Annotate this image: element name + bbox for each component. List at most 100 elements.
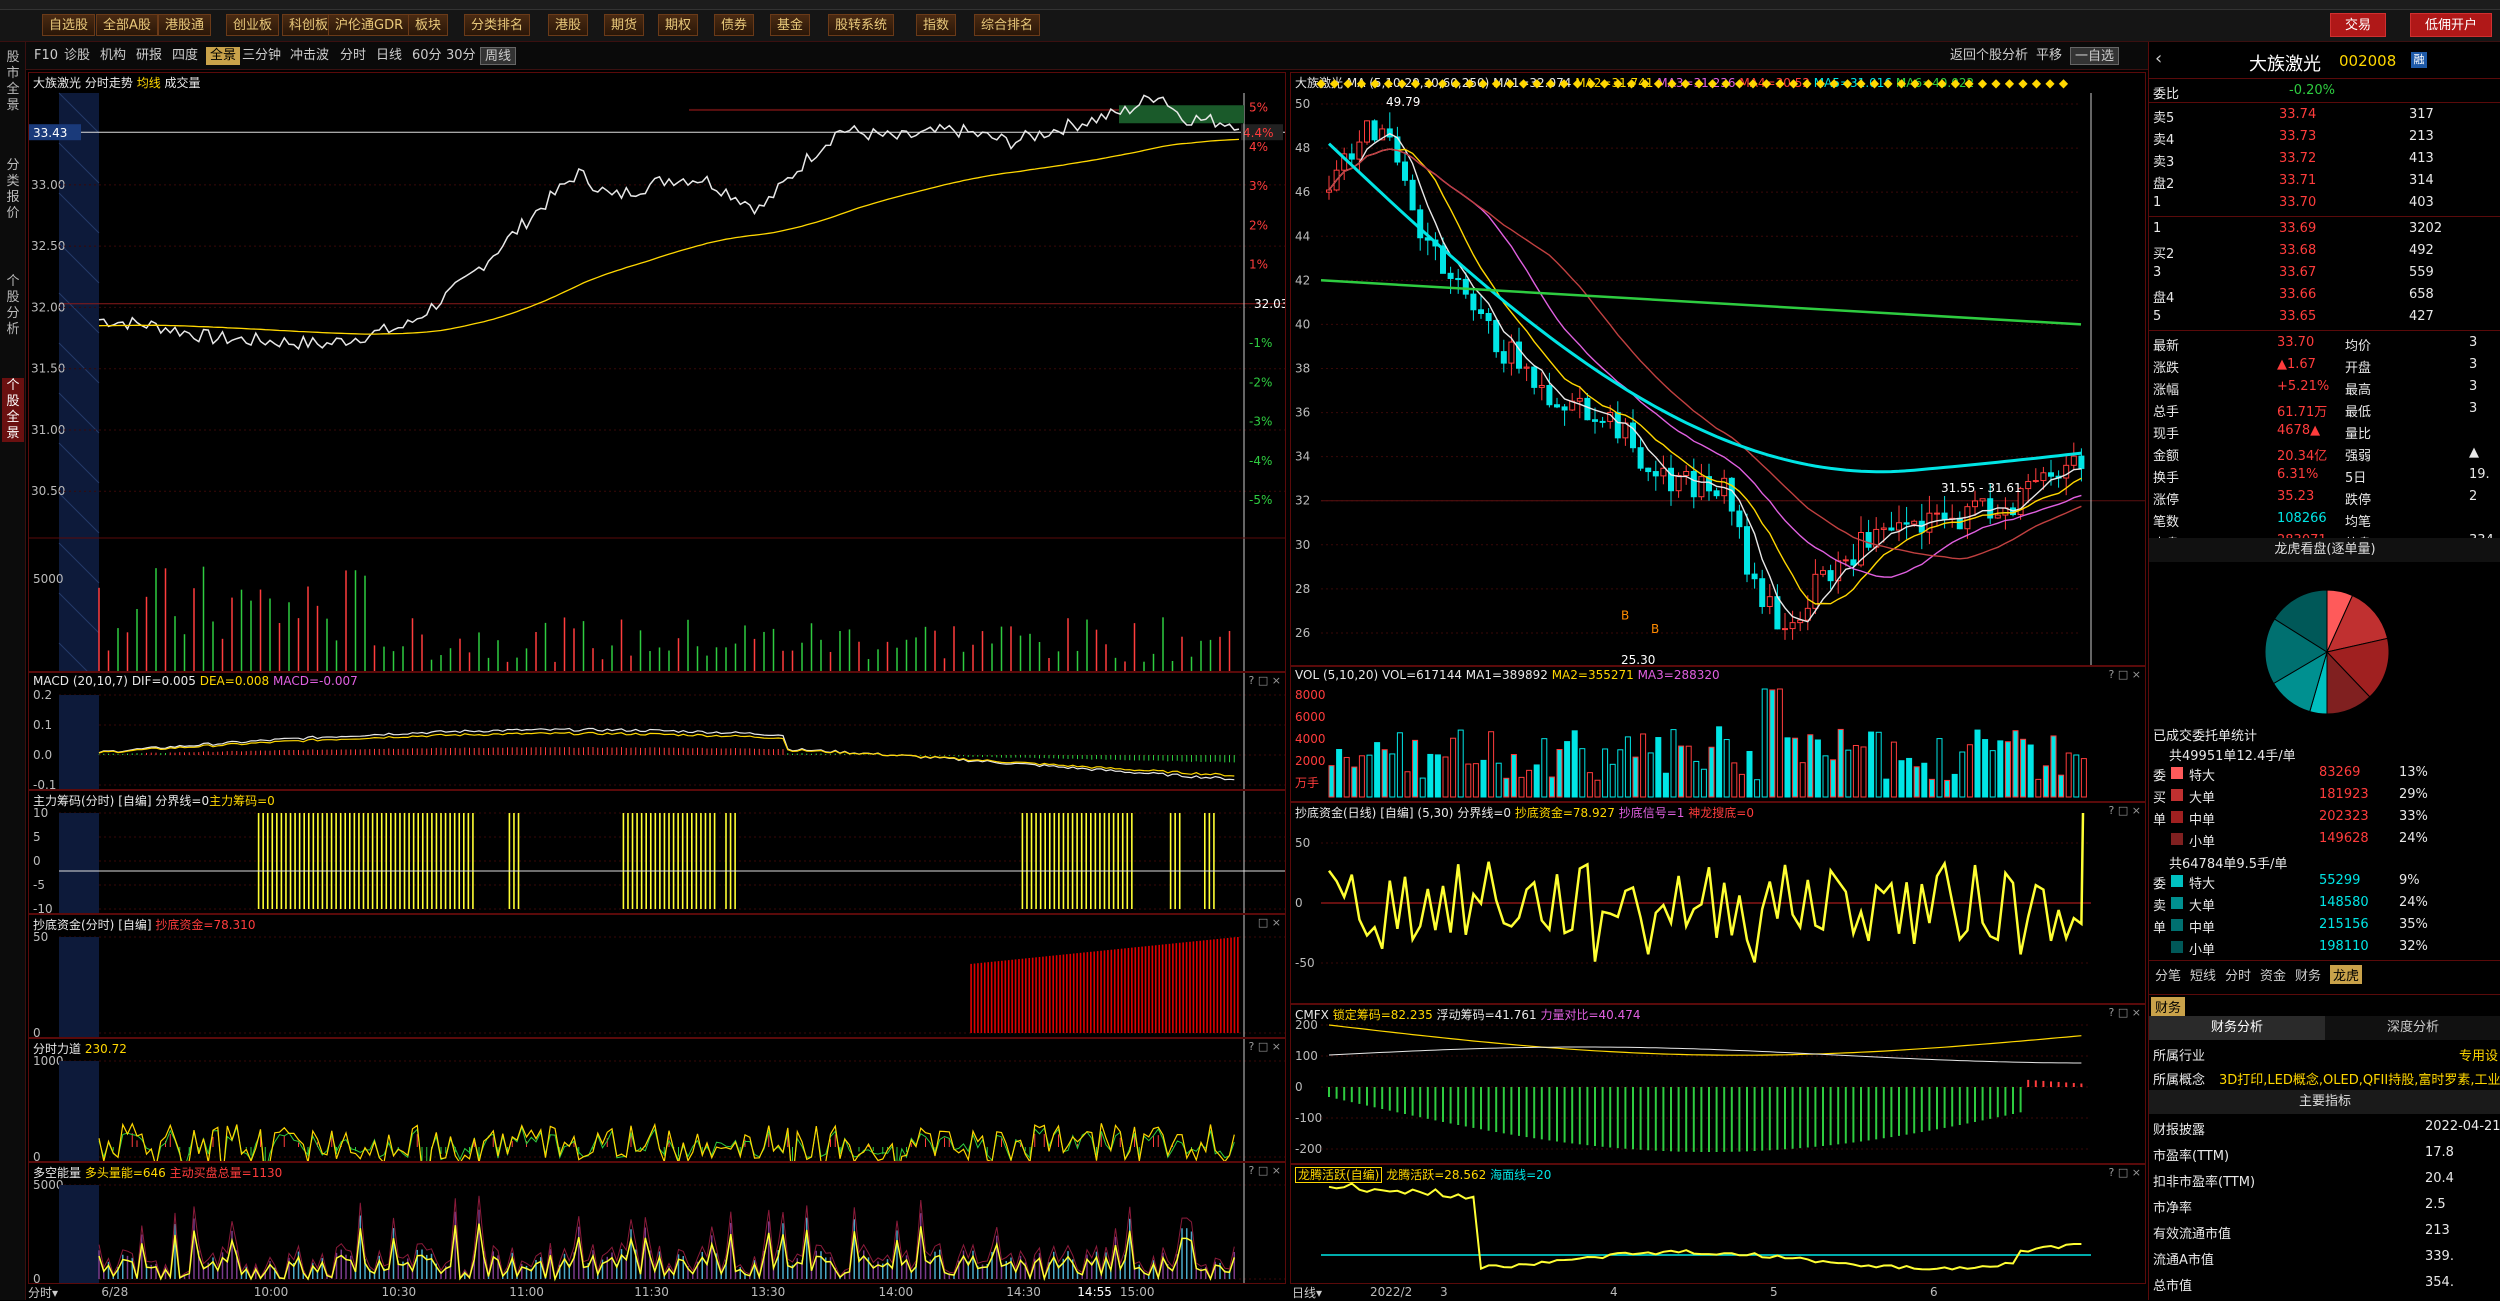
menu-item-rank[interactable]: 分类排名 [464, 14, 531, 36]
tab-finance-analysis[interactable]: 财务分析 [2149, 1016, 2325, 1040]
intraday-mode-label[interactable]: 分时▾ [28, 1284, 68, 1300]
menu-item-sector[interactable]: 板块 [408, 14, 449, 36]
daily-mode-label[interactable]: 日线▾ [1292, 1284, 1332, 1300]
buy-level: 5 33.65 427 [2149, 306, 2500, 328]
candle-body [1409, 179, 1416, 211]
menu-item-futures[interactable]: 期货 [604, 14, 645, 36]
macd-panel[interactable]: MACD (20,10,7) DIF=0.005 DEA=0.008 MACD=… [28, 672, 1286, 790]
signal-marker: ◆ [1424, 76, 1434, 90]
main-chips-panel[interactable]: 主力筹码(分时) [自编] 分界线=0主力筹码=0 10 5 0 -5 -10 [28, 790, 1286, 914]
vol-bar [1480, 759, 1487, 798]
price-tick: 46 [1295, 185, 1310, 199]
vol-bar [1602, 748, 1609, 798]
vol-bar [1404, 771, 1411, 798]
tab-deep-analysis[interactable]: 深度分析 [2325, 1016, 2500, 1040]
vol-bar [1936, 738, 1943, 798]
cell: 181923 [2319, 787, 2369, 802]
tab-f10[interactable]: F10 [34, 47, 58, 65]
open-account-button[interactable]: 低佣开户 [2410, 13, 2493, 37]
kline-panel[interactable]: 大族激光 MA (5,10,20,30,60,250) MA1=32.074 M… [1290, 72, 2146, 666]
axis-tick: 1000 [33, 1054, 64, 1068]
vol-bar [1503, 777, 1510, 798]
cell: 笔数 [2153, 515, 2180, 530]
sidebar-item-quotes[interactable]: 分类报价 [2, 158, 24, 222]
vol-bar [2058, 774, 2065, 798]
signal-marker: ◆ [1627, 76, 1637, 90]
menu-item-options[interactable]: 期权 [658, 14, 699, 36]
vol-bar [1556, 748, 1563, 798]
cmfx-panel[interactable]: CMFX 锁定筹码=82.235 浮动筹码=41.761 力量对比=40.474… [1290, 1004, 2146, 1164]
tab-intraday[interactable]: 分时 [340, 47, 366, 65]
intraday-force-panel[interactable]: 分时力道 230.72 ? □ × 1000 0 [28, 1038, 1286, 1162]
daily-bottom-fish-panel[interactable]: 抄底资金(日线) [自编] (5,30) 分界线=0 抄底资金=78.927 抄… [1290, 802, 2146, 1004]
tab-30min[interactable]: 30分 [446, 47, 476, 65]
bottom-fish-panel[interactable]: 抄底资金(分时) [自编] 抄底资金=78.310 □ × 50 0 [28, 914, 1286, 1038]
menu-item-watchlist[interactable]: 自选股 [42, 14, 96, 36]
buy-breakdown-row: 单 中单 202323 33% [2149, 806, 2500, 828]
vol-panel[interactable]: VOL (5,10,20) VOL=617144 MA1=389892 MA2=… [1290, 666, 2146, 802]
info-subtab[interactable]: 短线 [2190, 965, 2216, 984]
cell: 213 [2425, 1223, 2450, 1238]
tab-three-min[interactable]: 三分钟 [242, 47, 281, 65]
intraday-price-chart[interactable]: 33.0032.5032.0031.5031.0030.505%4%3%2%1%… [29, 73, 1285, 671]
tab-panorama[interactable]: 全景 [206, 47, 241, 65]
back-icon[interactable]: ‹ [2155, 48, 2162, 69]
tab-diagnose[interactable]: 诊股 [64, 47, 90, 65]
cell: 3 [2469, 379, 2478, 394]
sidebar-item-market[interactable]: 股市全景 [2, 50, 24, 114]
cell: 市净率 [2153, 1201, 2193, 1216]
cell: 流通A市值 [2153, 1253, 2214, 1268]
tab-daily[interactable]: 日线 [376, 47, 402, 65]
menu-item-index[interactable]: 指数 [916, 14, 957, 36]
vol-bar [1875, 731, 1882, 798]
pan-button[interactable]: 平移 [2036, 47, 2062, 65]
sidebar-item-panorama[interactable]: 个股全景 [2, 378, 24, 442]
price-tick: 38 [1295, 361, 1310, 375]
price-tick: 50 [1295, 97, 1310, 111]
legend-swatch [2171, 875, 2183, 887]
vol-bar [1632, 756, 1639, 798]
info-subtab[interactable]: 龙虎 [2330, 965, 2363, 984]
candle-body [1584, 397, 1591, 421]
back-to-analysis-button[interactable]: 返回个股分析 [1950, 47, 2028, 65]
candle-body [1493, 320, 1500, 353]
cell: 24% [2399, 895, 2428, 910]
sidebar-item-analysis[interactable]: 个股分析 [2, 274, 24, 338]
cell: 35% [2399, 917, 2428, 932]
dragon-active-panel[interactable]: 龙腾活跃(自编) 龙腾活跃=28.562 海面线=20 ? □ × [1290, 1164, 2146, 1284]
signal-marker: ◆ [1748, 76, 1758, 90]
watchlist-dropdown[interactable]: 一自选 [2070, 47, 2120, 65]
long-short-panel[interactable]: 多空能量 多头量能=646 主动买盘总量=1130 ? □ × 5000 0 [28, 1162, 1286, 1284]
tab-finance[interactable]: 财务 [2151, 997, 2186, 1016]
info-subtab[interactable]: 分时 [2225, 965, 2251, 984]
tab-60min[interactable]: 60分 [412, 47, 442, 65]
cell: 换手 [2153, 471, 2180, 486]
kline-chart[interactable]: 50484644424038363432302826◆ ◆ ◆ ◆ ◆ ◆ ◆ ◆ ◆ ◆ ◆ ◆ ◆ ◆… [1291, 73, 2145, 665]
tab-weekly[interactable]: 周线 [480, 47, 517, 65]
intraday-chart-panel[interactable]: 大族激光 分时走势 均线 成交量 33.00 32.50 32.00 31.50 31.… [28, 72, 1286, 672]
cell: 强弱 [2345, 449, 2372, 464]
menu-item-neeq[interactable]: 股转系统 [828, 14, 895, 36]
info-subtab[interactable]: 资金 [2260, 965, 2286, 984]
menu-item-all-a[interactable]: 全部A股 [96, 14, 158, 36]
menu-item-chinext[interactable]: 创业板 [226, 14, 280, 36]
tab-institution[interactable]: 机构 [100, 47, 126, 65]
menu-item-hk[interactable]: 港股 [548, 14, 589, 36]
tab-shockwave[interactable]: 冲击波 [290, 47, 329, 65]
info-subtab[interactable]: 分笔 [2155, 965, 2181, 984]
trade-button[interactable]: 交易 [2330, 13, 2387, 37]
menu-item-gdr[interactable]: 沪伦通GDR [328, 14, 411, 36]
menu-item-funds[interactable]: 基金 [770, 14, 811, 36]
menu-item-hk-connect[interactable]: 港股通 [158, 14, 212, 36]
vol-bar [1609, 763, 1616, 798]
candle-body [1896, 522, 1902, 531]
vol-bar [1564, 741, 1571, 798]
tab-research[interactable]: 研报 [136, 47, 162, 65]
vol-bar [1434, 754, 1441, 798]
tab-four-degrees[interactable]: 四度 [172, 47, 198, 65]
menu-item-bonds[interactable]: 债券 [714, 14, 755, 36]
cell: 3 [2469, 335, 2478, 350]
info-subtab[interactable]: 财务 [2295, 965, 2321, 984]
axis-tick: -10 [33, 902, 53, 913]
menu-item-overall-rank[interactable]: 综合排名 [974, 14, 1041, 36]
